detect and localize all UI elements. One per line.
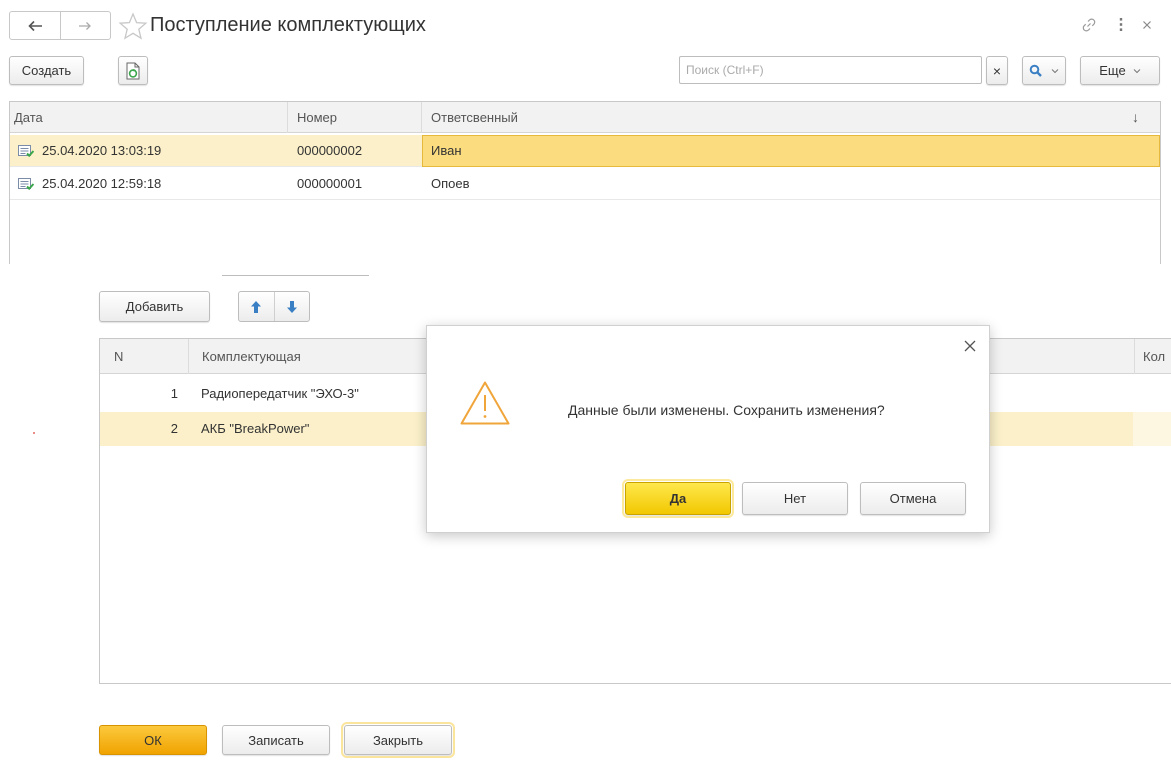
save-button[interactable]: Записать <box>222 725 330 755</box>
warning-icon <box>460 381 510 425</box>
artifact-dot <box>33 432 35 434</box>
column-number[interactable]: Номер <box>297 102 337 133</box>
cell-n: 2 <box>170 421 178 436</box>
forward-button[interactable] <box>59 12 111 39</box>
move-buttons <box>238 291 310 322</box>
no-button[interactable]: Нет <box>742 482 848 515</box>
search-input[interactable] <box>686 63 975 77</box>
column-quantity[interactable]: Кол <box>1143 339 1165 374</box>
back-button[interactable] <box>10 12 60 39</box>
document-posted-icon <box>18 178 34 191</box>
cell-number: 000000001 <box>297 176 363 191</box>
menu-button[interactable] <box>1113 12 1129 38</box>
close-window-button[interactable] <box>1138 12 1156 38</box>
move-down-button[interactable] <box>273 292 310 321</box>
yes-button[interactable]: Да <box>622 479 734 518</box>
sort-indicator[interactable]: ↓ <box>1132 102 1139 133</box>
more-label: Еще <box>1099 63 1126 78</box>
table-row[interactable]: 25.04.2020 12:59:18 000000001 Опоев <box>10 168 1160 200</box>
search-field[interactable] <box>679 56 982 84</box>
documents-list[interactable]: Дата Номер Ответсвенный ↓ 25.04.2020 13:… <box>9 101 1161 264</box>
close-icon <box>1143 21 1151 29</box>
search-icon <box>1029 64 1042 77</box>
arrow-up-icon <box>251 300 262 313</box>
dialog-close-button[interactable] <box>959 335 981 357</box>
more-vertical-icon <box>1119 18 1123 31</box>
clear-search-button[interactable]: × <box>986 56 1008 85</box>
dialog-message: Данные были изменены. Сохранить изменени… <box>568 402 885 418</box>
star-icon[interactable] <box>118 12 148 40</box>
cell-responsible: Опоев <box>431 176 470 191</box>
chevron-down-icon <box>1051 68 1059 73</box>
window-title: Поступление комплектующих <box>150 14 426 36</box>
arrow-right-icon <box>79 21 92 30</box>
tab-underline <box>222 275 369 276</box>
search-options-button[interactable] <box>1022 56 1066 85</box>
arrow-left-icon <box>28 20 42 31</box>
column-responsible[interactable]: Ответсвенный <box>431 102 518 133</box>
cell-component: АКБ "BreakPower" <box>201 421 310 436</box>
list-header: Дата Номер Ответсвенный ↓ <box>10 102 1160 133</box>
cell-number: 000000002 <box>297 143 363 158</box>
cancel-button[interactable]: Отмена <box>860 482 966 515</box>
cell-n: 1 <box>170 386 178 401</box>
add-button[interactable]: Добавить <box>99 291 210 322</box>
link-button[interactable] <box>1078 12 1100 38</box>
column-n[interactable]: N <box>114 339 123 374</box>
cell-date: 25.04.2020 12:59:18 <box>42 176 162 191</box>
column-date[interactable]: Дата <box>14 102 43 133</box>
link-icon <box>1082 18 1096 32</box>
selected-cell-end <box>1133 412 1171 446</box>
create-copy-button[interactable] <box>118 56 148 85</box>
document-posted-icon <box>18 145 34 158</box>
column-component[interactable]: Комплектующая <box>202 339 301 374</box>
save-changes-dialog: Данные были изменены. Сохранить изменени… <box>426 325 990 533</box>
table-row[interactable]: 25.04.2020 13:03:19 000000002 Иван <box>10 135 1160 167</box>
close-button[interactable]: Закрыть <box>341 722 455 758</box>
more-button[interactable]: Еще <box>1080 56 1160 85</box>
move-up-button[interactable] <box>239 292 274 321</box>
cell-component: Радиопередатчик "ЭХО-3" <box>201 386 359 401</box>
focused-cell <box>422 135 1160 167</box>
cell-date: 25.04.2020 13:03:19 <box>42 143 162 158</box>
create-button[interactable]: Создать <box>9 56 84 85</box>
close-icon <box>964 340 976 352</box>
chevron-down-icon <box>1133 68 1141 73</box>
navigation-buttons <box>9 11 111 40</box>
cell-responsible: Иван <box>431 143 462 158</box>
ok-button[interactable]: ОК <box>99 725 207 755</box>
arrow-down-icon <box>286 300 297 313</box>
document-refresh-icon <box>126 62 140 79</box>
